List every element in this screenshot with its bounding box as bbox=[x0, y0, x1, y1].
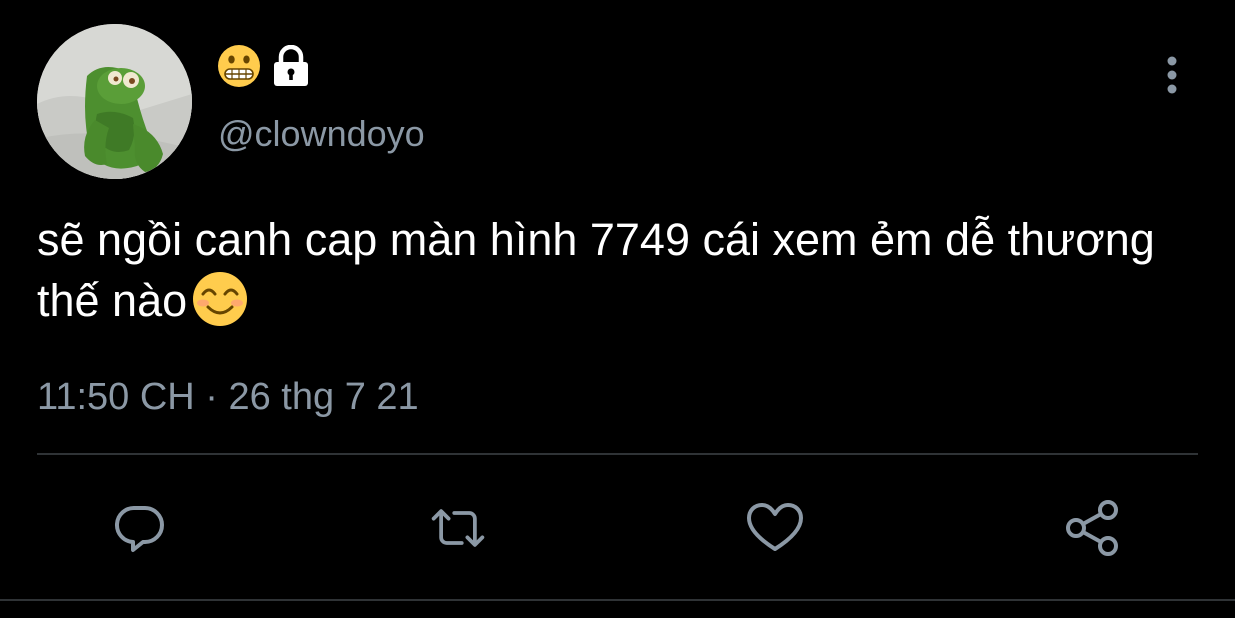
share-icon bbox=[1066, 500, 1118, 556]
more-vertical-icon bbox=[1167, 56, 1177, 94]
like-button[interactable] bbox=[745, 498, 805, 558]
user-handle[interactable]: @clowndoyo bbox=[218, 112, 425, 156]
avatar[interactable] bbox=[37, 24, 192, 179]
smiling-face-with-smiling-eyes-emoji bbox=[191, 270, 249, 343]
display-name[interactable] bbox=[217, 44, 311, 88]
tweet-text: sẽ ngồi canh cap màn hình 7749 cái xem ẻ… bbox=[37, 210, 1207, 343]
avatar-image bbox=[37, 24, 192, 179]
grimacing-face-emoji bbox=[217, 44, 261, 88]
retweet-icon bbox=[431, 509, 485, 547]
like-icon bbox=[747, 503, 803, 551]
retweet-button[interactable] bbox=[428, 498, 488, 558]
tweet: @clowndoyo sẽ ngồi canh cap màn hình 774… bbox=[0, 0, 1235, 618]
reply-button[interactable] bbox=[111, 498, 171, 558]
reply-icon bbox=[115, 505, 164, 552]
bottom-divider bbox=[0, 599, 1235, 601]
divider bbox=[37, 453, 1198, 455]
share-button[interactable] bbox=[1063, 498, 1123, 558]
more-options-button[interactable] bbox=[1154, 52, 1190, 98]
lock-icon bbox=[271, 45, 311, 87]
tweet-timestamp[interactable]: 11:50 CH · 26 thg 7 21 bbox=[37, 374, 419, 420]
